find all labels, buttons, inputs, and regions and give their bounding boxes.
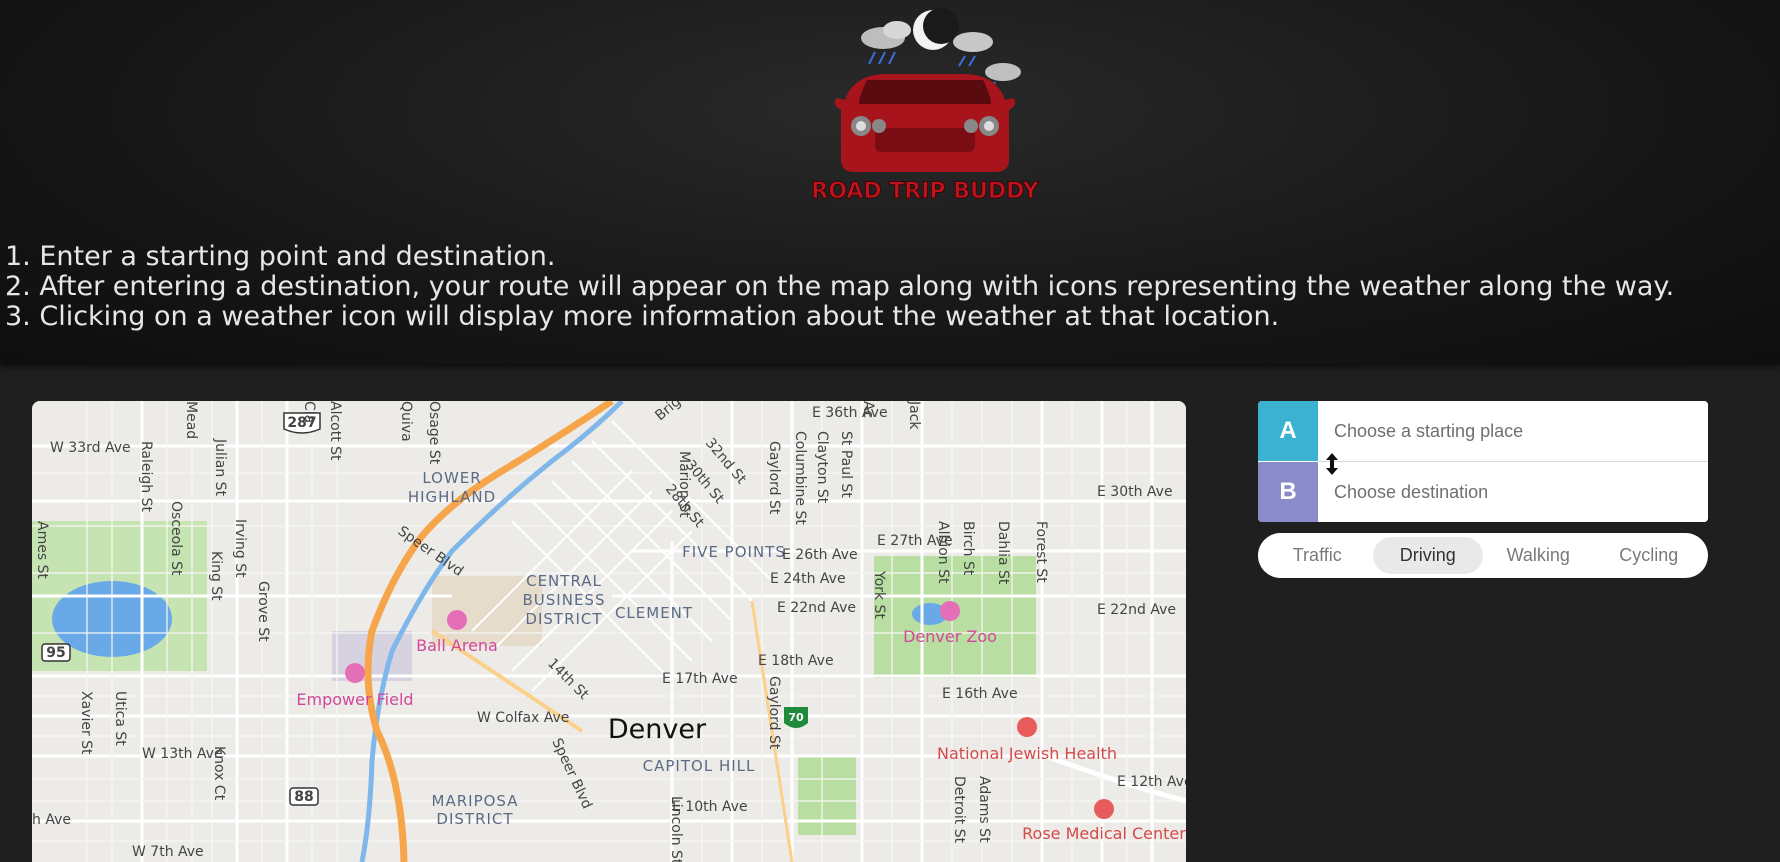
road-trip-buddy-logo: ROAD TRIP BUDDY — [811, 8, 1040, 205]
svg-text:Raleigh St: Raleigh St — [138, 441, 154, 512]
instructions: 1. Enter a starting point and destinatio… — [5, 242, 1705, 332]
svg-text:BUSINESS: BUSINESS — [523, 591, 606, 609]
instruction-step-3: 3. Clicking on a weather icon will displ… — [5, 301, 1280, 332]
tab-walking[interactable]: Walking — [1483, 537, 1594, 574]
svg-text:E 17th Ave: E 17th Ave — [662, 671, 738, 687]
origin-input[interactable] — [1318, 401, 1708, 461]
svg-text:Irving St: Irving St — [232, 519, 248, 578]
svg-text:Mead: Mead — [183, 401, 199, 439]
instruction-step-2: 2. After entering a destination, your ro… — [5, 271, 1675, 302]
svg-text:E 18th Ave: E 18th Ave — [758, 653, 834, 669]
svg-text:St Paul St: St Paul St — [838, 431, 854, 498]
svg-text:E 26th Ave: E 26th Ave — [782, 547, 858, 563]
svg-text:Jack: Jack — [906, 401, 922, 430]
swap-arrows-icon[interactable] — [1325, 453, 1339, 475]
destination-input[interactable] — [1318, 462, 1708, 522]
svg-text:Lincoln St: Lincoln St — [668, 796, 684, 862]
svg-text:MARIPOSA: MARIPOSA — [432, 792, 519, 810]
svg-text:E 22nd Ave: E 22nd Ave — [1097, 602, 1176, 618]
svg-text:Columbine St: Columbine St — [792, 431, 808, 525]
hospital-icon — [1017, 717, 1037, 737]
svg-text:Birch St: Birch St — [960, 521, 976, 576]
svg-text:Grove St: Grove St — [255, 581, 271, 642]
svg-text:Gaylord St: Gaylord St — [766, 676, 782, 750]
instruction-step-1: 1. Enter a starting point and destinatio… — [5, 241, 556, 272]
svg-text:E 24th Ave: E 24th Ave — [770, 571, 846, 587]
svg-text:E 22nd Ave: E 22nd Ave — [777, 600, 856, 616]
svg-text:DISTRICT: DISTRICT — [525, 610, 602, 628]
svg-text:King St: King St — [208, 551, 224, 601]
svg-text:Ames St: Ames St — [34, 521, 50, 579]
svg-text:CENTRAL: CENTRAL — [526, 572, 602, 590]
svg-text:Albion St: Albion St — [935, 521, 951, 584]
co-95-shield: 95 — [41, 643, 71, 662]
svg-text:Osceola St: Osceola St — [168, 501, 184, 576]
svg-text:W 7th Ave: W 7th Ave — [132, 844, 204, 860]
tab-driving[interactable]: Driving — [1372, 537, 1483, 574]
svg-text:Xavier St: Xavier St — [78, 691, 94, 755]
svg-text:Ac: Ac — [860, 401, 876, 418]
svg-text:Cla: Cla — [301, 401, 317, 423]
svg-text:HIGHLAND: HIGHLAND — [408, 488, 496, 506]
svg-text:ROAD TRIP BUDDY: ROAD TRIP BUDDY — [811, 179, 1039, 204]
origin-badge: A — [1258, 401, 1318, 461]
svg-text:h Ave: h Ave — [32, 812, 71, 828]
svg-text:88: 88 — [294, 789, 313, 805]
svg-text:CLEMENT: CLEMENT — [615, 604, 693, 622]
svg-text:Ball Arena: Ball Arena — [416, 636, 498, 655]
svg-text:Marion St: Marion St — [676, 451, 692, 518]
co-88-shield: 88 — [289, 787, 319, 806]
svg-text:Gaylord St: Gaylord St — [766, 441, 782, 515]
routing-profile-tabs: Traffic Driving Walking Cycling — [1258, 533, 1708, 578]
svg-text:95: 95 — [46, 645, 65, 661]
svg-text:Adams St: Adams St — [976, 776, 992, 843]
svg-text:W 13th Ave: W 13th Ave — [142, 746, 223, 762]
svg-text:Utica St: Utica St — [112, 691, 128, 746]
svg-text:York St: York St — [871, 570, 887, 619]
header: ROAD TRIP BUDDY 1. Enter a starting poin… — [0, 0, 1780, 364]
destination-badge: B — [1258, 462, 1318, 522]
map-tiles[interactable]: 287 95 88 70 LOWER HIGHLAND CENTRAL BUSI… — [32, 401, 1186, 862]
svg-text:Clayton St: Clayton St — [814, 431, 830, 504]
svg-text:Denver: Denver — [608, 714, 707, 745]
hospital-icon — [1094, 799, 1114, 819]
svg-text:DISTRICT: DISTRICT — [436, 810, 513, 828]
svg-text:FIVE POINTS: FIVE POINTS — [682, 543, 786, 561]
svg-text:Alcott St: Alcott St — [327, 401, 343, 461]
map-canvas[interactable]: 287 95 88 70 LOWER HIGHLAND CENTRAL BUSI… — [32, 401, 1186, 862]
svg-text:W 33rd Ave: W 33rd Ave — [50, 440, 131, 456]
svg-text:W Colfax Ave: W Colfax Ave — [477, 710, 569, 726]
arena-icon — [447, 610, 467, 630]
svg-text:Denver Zoo: Denver Zoo — [903, 627, 997, 646]
stadium-icon — [345, 663, 365, 683]
svg-text:Detroit St: Detroit St — [951, 776, 967, 844]
svg-text:Osage St: Osage St — [426, 401, 442, 465]
i-70-shield: 70 — [784, 707, 808, 728]
svg-text:Rose Medical Center: Rose Medical Center — [1022, 824, 1186, 843]
svg-text:National Jewish Health: National Jewish Health — [937, 744, 1117, 763]
svg-text:Empower Field: Empower Field — [296, 690, 413, 709]
svg-text:E 16th Ave: E 16th Ave — [942, 686, 1018, 702]
svg-text:Forest St: Forest St — [1033, 521, 1049, 583]
red-car-icon — [834, 74, 1016, 172]
svg-text:Julian St: Julian St — [212, 438, 228, 497]
tab-traffic[interactable]: Traffic — [1262, 537, 1373, 574]
svg-text:CAPITOL HILL: CAPITOL HILL — [643, 757, 756, 775]
svg-text:70: 70 — [788, 711, 804, 724]
svg-text:LOWER: LOWER — [422, 469, 481, 487]
svg-text:E 30th Ave: E 30th Ave — [1097, 484, 1173, 500]
svg-text:Quiva: Quiva — [398, 401, 414, 442]
tab-cycling[interactable]: Cycling — [1594, 537, 1705, 574]
svg-text:Knox Ct: Knox Ct — [211, 746, 227, 801]
svg-text:Dahlia St: Dahlia St — [995, 521, 1011, 585]
zoo-icon — [940, 601, 960, 621]
svg-text:E 12th Ave: E 12th Ave — [1117, 774, 1186, 790]
